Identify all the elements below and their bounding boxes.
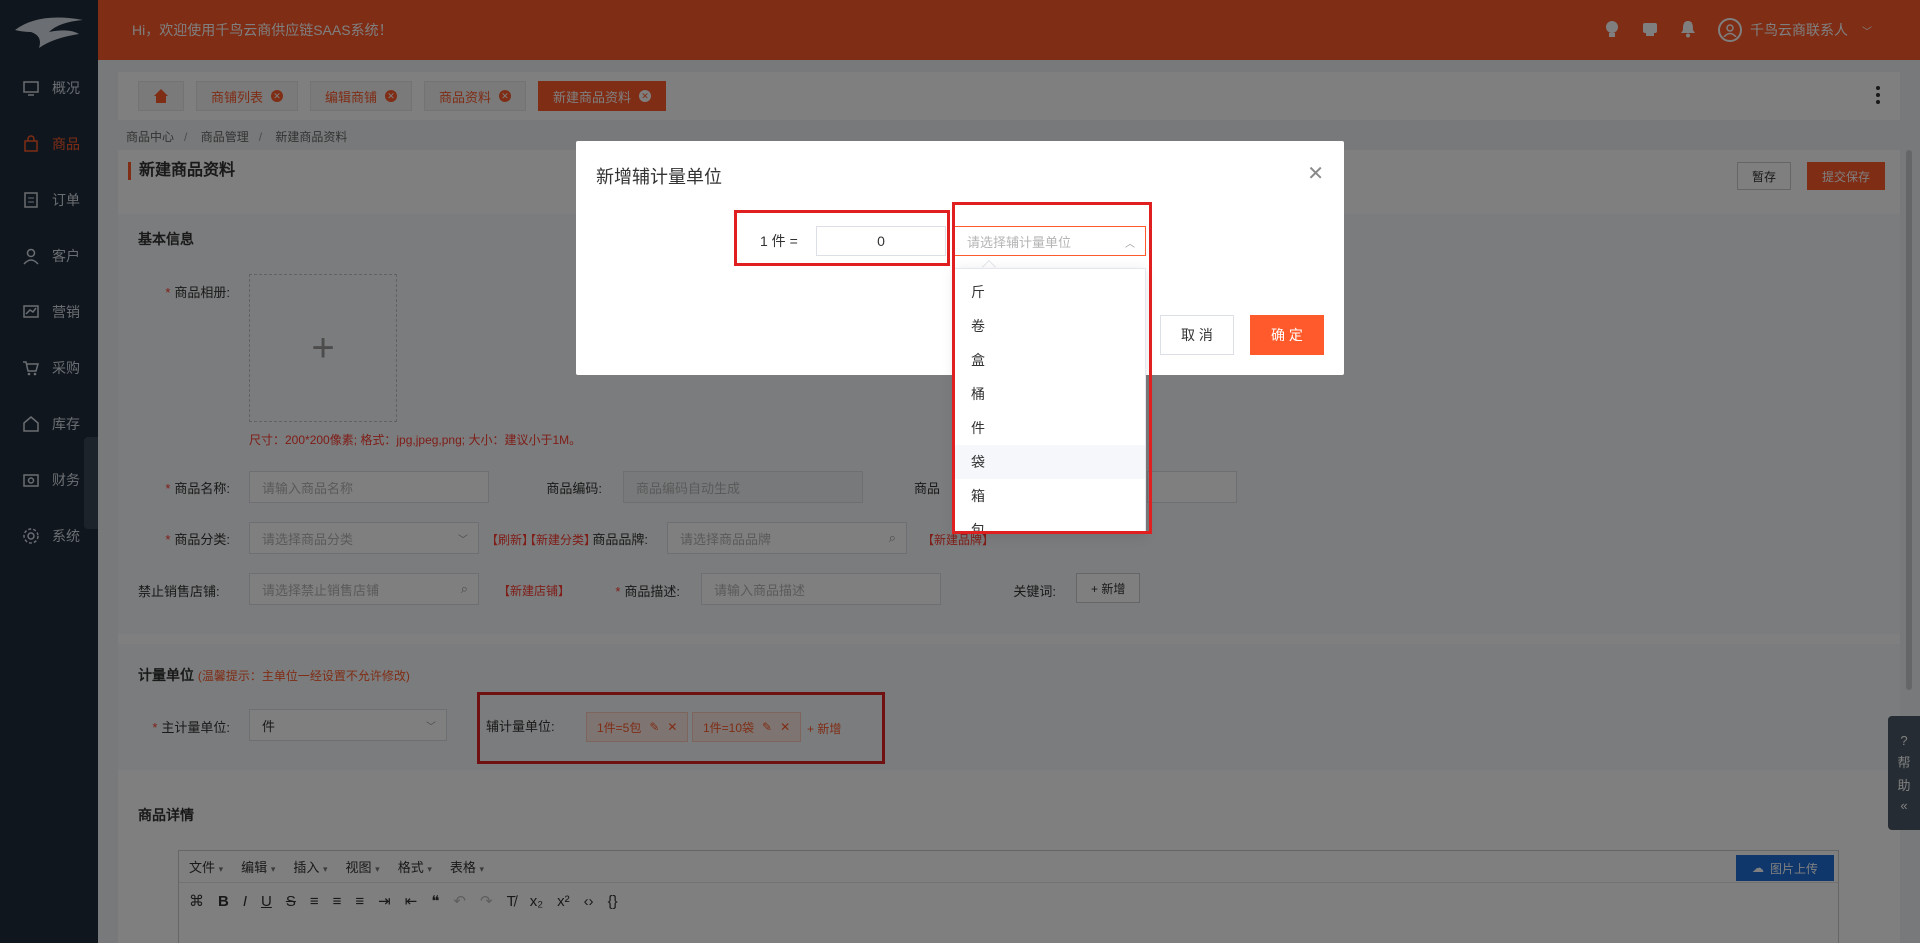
aux-unit-select[interactable]: 请选择辅计量单位 ︿ (954, 226, 1146, 256)
cancel-button[interactable]: 取 消 (1160, 315, 1234, 355)
close-icon[interactable]: ✕ (1307, 161, 1324, 186)
aux-unit-dropdown[interactable]: 斤卷盒桶件袋箱包 (954, 268, 1146, 534)
dropdown-option[interactable]: 件 (955, 411, 1145, 445)
equation-label: 1 件 = (760, 233, 798, 249)
dropdown-option[interactable]: 盒 (955, 343, 1145, 377)
dropdown-option[interactable]: 卷 (955, 309, 1145, 343)
confirm-button[interactable]: 确 定 (1250, 315, 1324, 355)
dropdown-option[interactable]: 桶 (955, 377, 1145, 411)
dropdown-option[interactable]: 斤 (955, 275, 1145, 309)
dropdown-option[interactable]: 袋 (955, 445, 1145, 479)
dropdown-option[interactable]: 包 (955, 513, 1145, 533)
quantity-input[interactable]: 0 (816, 226, 946, 256)
dropdown-option[interactable]: 箱 (955, 479, 1145, 513)
dialog-title: 新增辅计量单位 (596, 167, 722, 187)
chevron-up-icon: ︿ (1125, 239, 1135, 250)
